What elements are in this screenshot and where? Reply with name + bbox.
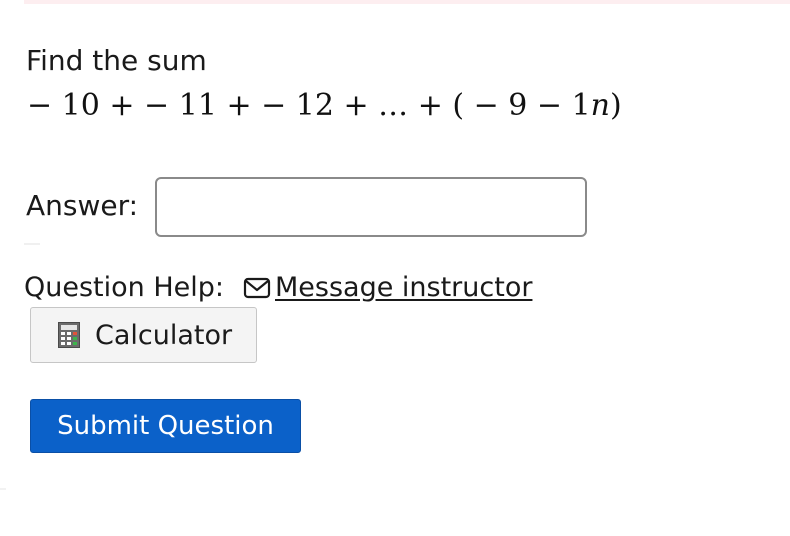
question-help-label: Question Help: [24, 272, 224, 303]
expression-terms: − 10 + − 11 + − 12 + … + ( − 9 − 1 [27, 88, 591, 123]
envelope-icon [243, 276, 271, 300]
calculator-button[interactable]: Calculator [30, 307, 257, 363]
message-instructor-link[interactable]: Message instructor [243, 269, 532, 307]
message-instructor-label: Message instructor [275, 272, 533, 303]
calculator-label: Calculator [95, 319, 233, 351]
answer-label: Answer: [26, 189, 139, 222]
expression-variable: n [590, 88, 610, 123]
sum-expression: − 10 + − 11 + − 12 + … + ( − 9 − 1n) [27, 84, 622, 128]
question-prompt: Find the sum [26, 44, 207, 77]
answer-input[interactable] [155, 177, 587, 237]
top-accent-band [24, 0, 790, 4]
edge-mark [0, 488, 6, 490]
divider [24, 243, 40, 245]
submit-question-button[interactable]: Submit Question [30, 399, 301, 453]
expression-close: ) [610, 88, 622, 123]
calculator-icon [58, 322, 80, 348]
